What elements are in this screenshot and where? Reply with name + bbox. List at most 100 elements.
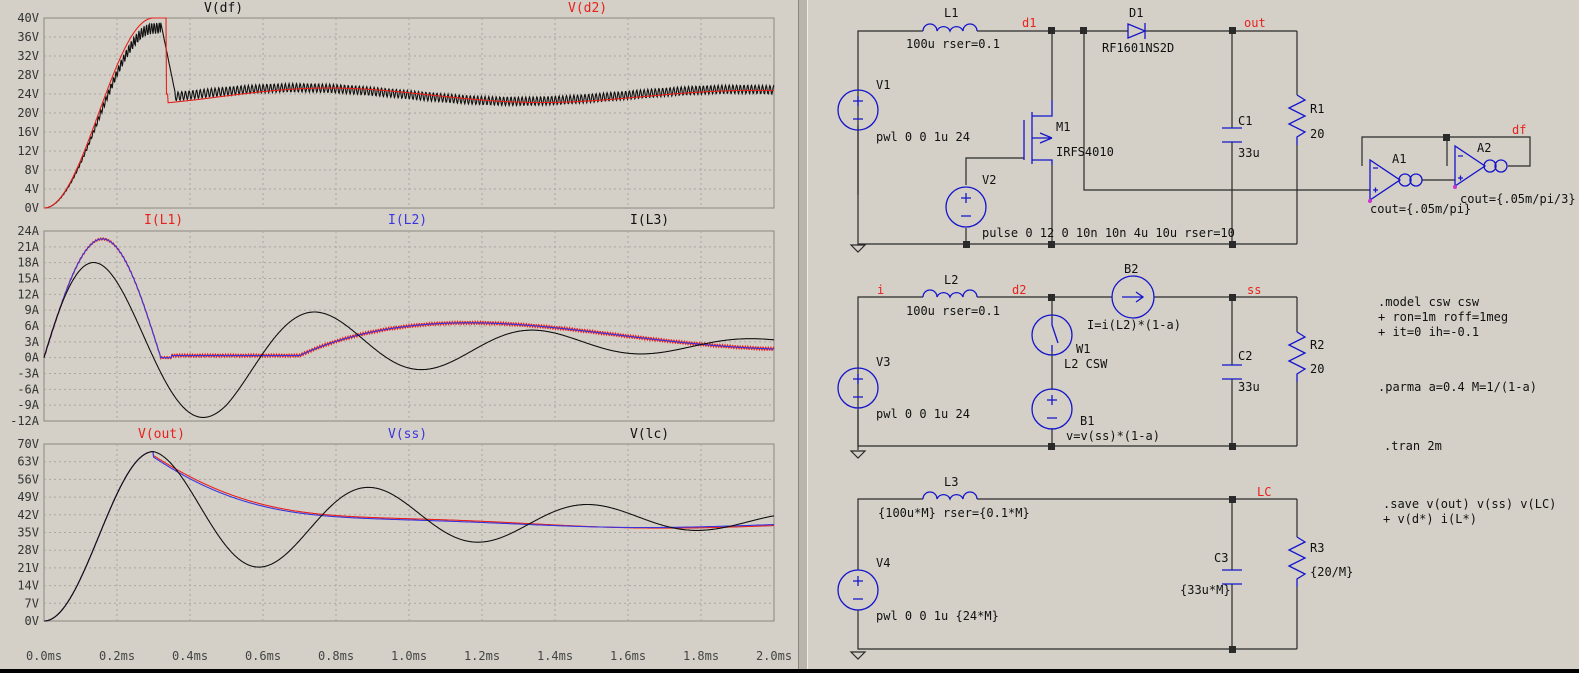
plot-pane-inductor-currents[interactable]: -12A -9A -6A-3A 0A 3A 6A 9A 12A15A 18A 21A 24A I(L… <box>10 213 775 428</box>
y-tick-label: 0A <box>25 351 40 365</box>
svg-text:RF1601NS2D: RF1601NS2D <box>1102 41 1174 55</box>
y-tick-label: 0V <box>25 614 39 628</box>
svg-text:i: i <box>877 283 884 297</box>
svg-text:IRFS4010: IRFS4010 <box>1056 145 1114 159</box>
y-tick-label: 20V <box>17 106 39 120</box>
y-tick-label: 35V <box>17 526 39 540</box>
x-tick-label: 1.2ms <box>464 649 500 663</box>
y-tick-label: 8V <box>25 163 39 177</box>
mosfet-m1[interactable] <box>1023 100 1053 165</box>
svg-text:B1: B1 <box>1080 414 1094 428</box>
trace-label-vlc[interactable]: V(lc) <box>630 427 669 442</box>
inductor-l2[interactable] <box>922 289 978 299</box>
schematic-canvas[interactable]: L1 100u rser=0.1 d1 D1 RF1601NS2D out V1… <box>808 0 1579 669</box>
plot-pane-output-voltages[interactable]: 0V 7V 14V 21V 28V 35V 42V 49V 56V 63V 70V V(out) V… <box>17 427 775 628</box>
svg-text:A1: A1 <box>1392 152 1406 166</box>
y-tick-label: 21V <box>17 561 39 575</box>
capacitor-c3[interactable] <box>1222 569 1242 585</box>
capacitor-c1[interactable] <box>1222 127 1242 143</box>
y-tick-label: -9A <box>17 398 39 412</box>
svg-text:I=i(L2)*(1-a): I=i(L2)*(1-a) <box>1087 318 1181 332</box>
svg-text:C2: C2 <box>1238 349 1252 363</box>
svg-text:LC: LC <box>1257 485 1271 499</box>
x-axis-tick-labels: 0.0ms 0.2ms 0.4ms 0.6ms 0.8ms 1.0ms 1.2ms 1.4ms… <box>26 649 792 663</box>
x-tick-label: 1.0ms <box>391 649 427 663</box>
trace-vdf[interactable] <box>44 22 775 209</box>
svg-text:33u: 33u <box>1238 380 1260 394</box>
svg-text:cout={.05m/pi/3}: cout={.05m/pi/3} <box>1460 192 1576 206</box>
y-tick-label: -6A <box>17 382 39 396</box>
y-tick-label: 4V <box>25 182 39 196</box>
y-tick-label: 49V <box>17 490 39 504</box>
svg-text:+ it=0 ih=-0.1: + it=0 ih=-0.1 <box>1378 325 1479 339</box>
svg-text:V4: V4 <box>876 556 890 570</box>
y-tick-label: 70V <box>17 437 39 451</box>
schematic-editor[interactable]: L1 100u rser=0.1 d1 D1 RF1601NS2D out V1… <box>808 0 1579 669</box>
y-tick-label: 42V <box>17 508 39 522</box>
trace-label-vout[interactable]: V(out) <box>138 427 185 442</box>
x-tick-label: 2.0ms <box>756 649 792 663</box>
waveform-plots[interactable]: 0V 4V 8V 12V 16V 20V 24V 28V 32V 36V 40V V(df) V(d… <box>0 0 798 669</box>
y-tick-label: 24A <box>17 224 39 238</box>
svg-text:B2: B2 <box>1124 262 1138 276</box>
svg-text:{20/M}: {20/M} <box>1310 565 1353 579</box>
trace-label-vd2[interactable]: V(d2) <box>568 1 607 16</box>
inductor-l3[interactable] <box>922 491 978 501</box>
y-tick-label: 0V <box>25 201 39 215</box>
y-tick-label: 24V <box>17 87 39 101</box>
trace-label-il1[interactable]: I(L1) <box>144 213 183 228</box>
svg-text:R3: R3 <box>1310 541 1324 555</box>
y-tick-label: 18A <box>17 256 39 270</box>
x-tick-label: 1.6ms <box>610 649 646 663</box>
svg-text:.parma a=0.4 M=1/(1-a): .parma a=0.4 M=1/(1-a) <box>1378 380 1537 394</box>
pane-splitter[interactable] <box>798 0 808 669</box>
capacitor-c2[interactable] <box>1222 364 1242 380</box>
y-tick-label: 56V <box>17 472 39 486</box>
svg-text:D1: D1 <box>1129 6 1143 20</box>
trace-label-il2[interactable]: I(L2) <box>388 213 427 228</box>
resistor-r2[interactable] <box>1287 331 1307 382</box>
svg-text:cout={.05m/pi}: cout={.05m/pi} <box>1370 202 1471 216</box>
inductor-l1[interactable] <box>922 23 978 33</box>
resistor-r3[interactable] <box>1287 536 1307 587</box>
svg-text:V2: V2 <box>982 173 996 187</box>
y-tick-label: 28V <box>17 68 39 82</box>
opamp-a1[interactable] <box>1369 158 1402 202</box>
y-tick-label: 28V <box>17 543 39 557</box>
x-tick-label: 0.0ms <box>26 649 62 663</box>
spice-directives[interactable]: .model csw csw + ron=1m roff=1meg + it=0… <box>1378 295 1556 526</box>
trace-label-vss[interactable]: V(ss) <box>388 427 427 442</box>
svg-text:v=v(ss)*(1-a): v=v(ss)*(1-a) <box>1066 429 1160 443</box>
y-tick-label: 9A <box>25 303 40 317</box>
svg-text:pwl 0 0 1u 24: pwl 0 0 1u 24 <box>876 407 970 421</box>
trace-label-il3[interactable]: I(L3) <box>630 213 669 228</box>
y-tick-label: 12A <box>17 287 39 301</box>
plot-pane-voltage-df-d2[interactable]: 0V 4V 8V 12V 16V 20V 24V 28V 32V 36V 40V V(df) V(d… <box>17 1 775 215</box>
svg-text:C1: C1 <box>1238 114 1252 128</box>
diode-d1[interactable] <box>1127 23 1147 39</box>
waveform-viewer[interactable]: 0V 4V 8V 12V 16V 20V 24V 28V 32V 36V 40V V(df) V(d… <box>0 0 798 669</box>
junction-dots <box>963 27 1450 653</box>
svg-text:.save v(out) v(ss) v(LC): .save v(out) v(ss) v(LC) <box>1383 497 1556 511</box>
svg-text:ss: ss <box>1247 283 1261 297</box>
svg-text:20: 20 <box>1310 127 1324 141</box>
y-tick-labels: 0V 7V 14V 21V 28V 35V 42V 49V 56V 63V 70V <box>17 437 39 628</box>
svg-text:L3: L3 <box>944 475 958 489</box>
svg-text:+ ron=1m roff=1meg: + ron=1m roff=1meg <box>1378 310 1508 324</box>
svg-text:{33u*M}: {33u*M} <box>1180 583 1231 597</box>
svg-text:L1: L1 <box>944 6 958 20</box>
svg-text:d2: d2 <box>1012 283 1026 297</box>
y-tick-label: -3A <box>17 367 39 381</box>
resistor-r1[interactable] <box>1287 94 1307 145</box>
y-tick-label: 21A <box>17 240 39 254</box>
svg-text:R1: R1 <box>1310 102 1324 116</box>
svg-text:33u: 33u <box>1238 146 1260 160</box>
svg-text:out: out <box>1244 16 1266 30</box>
trace-label-vdf[interactable]: V(df) <box>204 1 243 16</box>
y-tick-label: -12A <box>10 414 40 428</box>
svg-text:C3: C3 <box>1214 551 1228 565</box>
svg-text:pwl 0 0 1u {24*M}: pwl 0 0 1u {24*M} <box>876 609 999 623</box>
svg-text:L2: L2 <box>944 273 958 287</box>
svg-text:+ v(d*) i(L*): + v(d*) i(L*) <box>1383 512 1477 526</box>
svg-text:pwl 0 0 1u 24: pwl 0 0 1u 24 <box>876 130 970 144</box>
